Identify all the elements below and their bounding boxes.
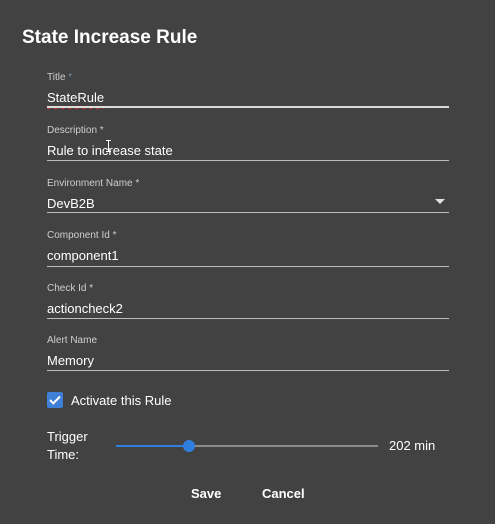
title-field-label: Title *: [47, 72, 73, 83]
slider-thumb[interactable]: [183, 440, 195, 452]
cancel-button[interactable]: Cancel: [262, 486, 305, 501]
environment-selected-value: DevB2B: [47, 196, 95, 211]
environment-field-label: Environment Name *: [47, 178, 140, 189]
environment-name-select[interactable]: Environment Name * DevB2B: [47, 178, 449, 214]
component-field-underline: [47, 266, 449, 267]
title-field-underline: [47, 106, 449, 108]
alert-field-label: Alert Name: [47, 335, 98, 346]
check-field-underline: [47, 318, 449, 319]
activate-rule-label: Activate this Rule: [71, 392, 172, 408]
state-increase-rule-dialog: State Increase Rule Title * StateRule De…: [0, 0, 495, 524]
component-field-label: Component Id *: [47, 230, 117, 241]
trigger-time-slider[interactable]: [116, 437, 378, 455]
trigger-time-value: 202 min: [389, 438, 436, 453]
component-id-field[interactable]: Component Id * component1: [47, 230, 449, 267]
check-id-input[interactable]: actioncheck2: [47, 300, 449, 317]
description-field-label: Description *: [47, 125, 104, 136]
slider-fill: [116, 445, 189, 447]
trigger-time-label: Trigger Time:: [47, 429, 88, 462]
description-field-underline: [47, 160, 449, 161]
alert-name-input[interactable]: Memory: [47, 352, 449, 369]
alert-name-field[interactable]: Alert Name Memory: [47, 335, 449, 372]
save-button[interactable]: Save: [191, 486, 221, 501]
component-id-input[interactable]: component1: [47, 247, 449, 264]
chevron-down-icon[interactable]: [435, 199, 445, 204]
text-cursor-icon: [106, 140, 111, 152]
activate-rule-row[interactable]: Activate this Rule: [47, 391, 171, 409]
environment-field-underline: [47, 212, 449, 213]
title-field[interactable]: Title * StateRule: [47, 72, 449, 110]
check-field-label: Check Id *: [47, 283, 94, 294]
description-field[interactable]: Description * Rule to increase state: [47, 125, 449, 161]
dialog-title: State Increase Rule: [22, 27, 198, 48]
checkmark-icon: [49, 395, 61, 405]
alert-field-underline: [47, 370, 449, 371]
check-id-field[interactable]: Check Id * actioncheck2: [47, 283, 449, 319]
activate-rule-checkbox[interactable]: [47, 392, 63, 408]
title-input[interactable]: StateRule: [47, 89, 449, 106]
title-input-value: StateRule: [47, 90, 105, 105]
